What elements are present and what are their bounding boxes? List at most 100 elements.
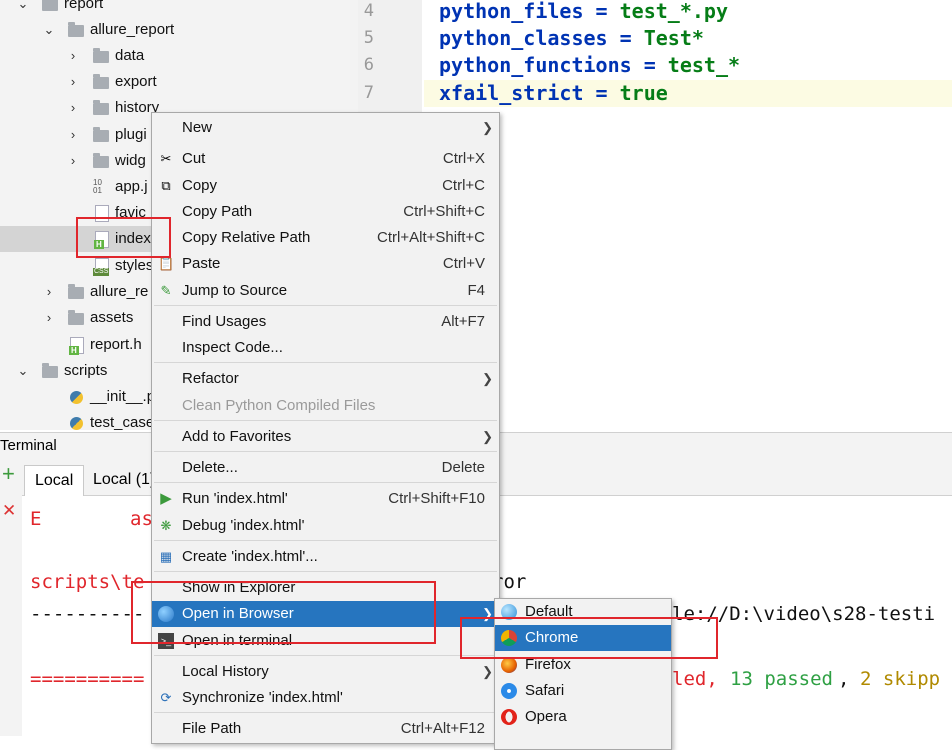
menu-item-label: Find Usages — [182, 313, 267, 330]
menu-item-refactor[interactable]: Refactor ❯ — [152, 366, 499, 392]
menu-item-label: Synchronize 'index.html' — [182, 689, 343, 706]
chevron-down-icon[interactable]: ⌄ — [16, 0, 30, 17]
tree-item-label: widg — [115, 152, 146, 169]
folder-icon — [42, 0, 58, 11]
menu-item-synchronize[interactable]: ⟳ Synchronize 'index.html' — [152, 685, 499, 711]
menu-item-copy[interactable]: ⧉ Copy Ctrl+C — [152, 173, 499, 199]
chevron-down-icon[interactable]: ⌄ — [16, 358, 30, 384]
code-line[interactable]: python_functions = test_* — [439, 52, 740, 79]
terminal-toolbar: + ✕ — [0, 459, 22, 736]
shortcut-label: Delete — [441, 459, 485, 476]
menu-item-file-path[interactable]: File Path Ctrl+Alt+F12 — [152, 716, 499, 742]
menu-item-label: Debug 'index.html' — [182, 517, 305, 534]
close-icon[interactable]: ✕ — [2, 501, 16, 521]
terminal-text: 13 passed — [730, 668, 833, 690]
chevron-right-icon[interactable]: › — [66, 95, 80, 121]
menu-item-delete[interactable]: Delete... Delete — [152, 455, 499, 481]
code-key: xfail_strict — [439, 81, 584, 105]
chevron-right-icon[interactable]: › — [66, 148, 80, 174]
menu-item-label: Add to Favorites — [182, 428, 292, 445]
chevron-right-icon[interactable]: › — [42, 279, 56, 305]
chevron-right-icon[interactable]: › — [66, 122, 80, 148]
menu-item-run[interactable]: ▶ Run 'index.html' Ctrl+Shift+F10 — [152, 486, 499, 512]
menu-separator — [154, 482, 497, 483]
shortcut-label: Ctrl+Alt+F12 — [400, 720, 485, 737]
annotation-box-index — [76, 217, 171, 258]
terminal-text: ---------- — [30, 603, 145, 625]
chevron-right-icon[interactable]: › — [42, 305, 56, 331]
menu-item-add-to-favorites[interactable]: Add to Favorites ❯ — [152, 424, 499, 450]
terminal-text: scripts\te — [30, 571, 145, 593]
tree-item-label: report.h — [90, 336, 142, 353]
chevron-right-icon: ❯ — [482, 120, 493, 135]
browser-item-safari[interactable]: Safari — [495, 678, 671, 704]
annotation-box-open-in-browser — [131, 581, 436, 644]
code-operator: = — [583, 81, 620, 105]
menu-item-create-config[interactable]: ▦ Create 'index.html'... — [152, 544, 499, 570]
line-number: 7 — [363, 83, 374, 103]
chevron-down-icon[interactable]: ⌄ — [42, 17, 56, 43]
context-menu: New ❯ ✂ Cut Ctrl+X ⧉ Copy Ctrl+C Copy Pa… — [151, 112, 500, 744]
menu-separator — [154, 362, 497, 363]
code-key: python_classes — [439, 26, 608, 50]
html-file-icon — [69, 337, 84, 355]
menu-item-clean-python: Clean Python Compiled Files — [152, 393, 499, 419]
menu-item-debug[interactable]: ❋ Debug 'index.html' — [152, 513, 499, 539]
menu-item-label: Delete... — [182, 459, 238, 476]
line-number: 4 — [363, 1, 374, 21]
scissors-icon: ✂ — [160, 151, 172, 166]
code-operator: = — [607, 26, 644, 50]
menu-separator — [154, 655, 497, 656]
tree-item-data[interactable]: › data — [0, 43, 344, 69]
shortcut-label: Ctrl+X — [442, 150, 485, 167]
tree-item-label: plugi — [115, 126, 147, 143]
tree-item-label: allure_report — [90, 21, 175, 38]
browser-item-opera[interactable]: Opera — [495, 704, 671, 730]
menu-separator — [154, 305, 497, 306]
tree-item-label: allure_re — [90, 283, 149, 300]
menu-item-jump-to-source[interactable]: ✎ Jump to Source F4 — [152, 278, 499, 304]
code-line[interactable]: python_classes = Test* — [439, 25, 704, 52]
menu-item-paste[interactable]: 📋 Paste Ctrl+V — [152, 251, 499, 277]
terminal-text: led, — [672, 668, 730, 690]
menu-item-label: Refactor — [182, 370, 239, 387]
sync-icon: ⟳ — [160, 690, 172, 705]
terminal-text: 2 skipp — [860, 668, 941, 690]
menu-item-label: Copy Relative Path — [182, 229, 311, 246]
tree-item-export[interactable]: › export — [0, 69, 344, 95]
tree-item-allure-report[interactable]: ⌄ allure_report — [0, 17, 344, 43]
shortcut-label: F4 — [467, 282, 485, 299]
pencil-icon: ✎ — [160, 283, 172, 298]
add-icon[interactable]: + — [2, 463, 15, 485]
menu-item-copy-path[interactable]: Copy Path Ctrl+Shift+C — [152, 199, 499, 225]
python-file-icon — [70, 417, 83, 430]
tree-item-label: __init__.p — [90, 388, 156, 405]
tab-local[interactable]: Local — [24, 465, 85, 496]
line-number: 6 — [363, 55, 374, 75]
bug-icon: ❋ — [160, 518, 172, 533]
menu-item-cut[interactable]: ✂ Cut Ctrl+X — [152, 146, 499, 172]
menu-item-label: Paste — [182, 255, 221, 272]
menu-item-new[interactable]: New ❯ — [152, 115, 499, 141]
menu-item-find-usages[interactable]: Find Usages Alt+F7 — [152, 309, 499, 335]
code-line-current[interactable]: xfail_strict = true — [424, 80, 952, 107]
js-file-icon: 10 01 — [93, 178, 102, 195]
chevron-right-icon[interactable]: › — [66, 43, 80, 69]
folder-icon — [42, 363, 58, 378]
code-value: Test* — [643, 26, 704, 50]
menu-item-copy-relative-path[interactable]: Copy Relative Path Ctrl+Alt+Shift+C — [152, 225, 499, 251]
tree-item-label: assets — [90, 309, 134, 326]
menu-item-inspect-code[interactable]: Inspect Code... — [152, 335, 499, 361]
folder-icon — [93, 153, 109, 168]
folder-icon — [68, 284, 84, 299]
chevron-right-icon: ❯ — [482, 664, 493, 679]
tree-item-label: export — [115, 73, 157, 90]
menu-item-local-history[interactable]: Local History ❯ — [152, 659, 499, 685]
menu-separator — [154, 712, 497, 713]
code-line[interactable]: python_files = test_*.py — [439, 0, 728, 25]
folder-icon — [93, 100, 109, 115]
folder-icon — [93, 127, 109, 142]
chevron-right-icon: ❯ — [482, 371, 493, 386]
tree-item-report[interactable]: ⌄ report — [0, 0, 344, 17]
chevron-right-icon[interactable]: › — [66, 69, 80, 95]
